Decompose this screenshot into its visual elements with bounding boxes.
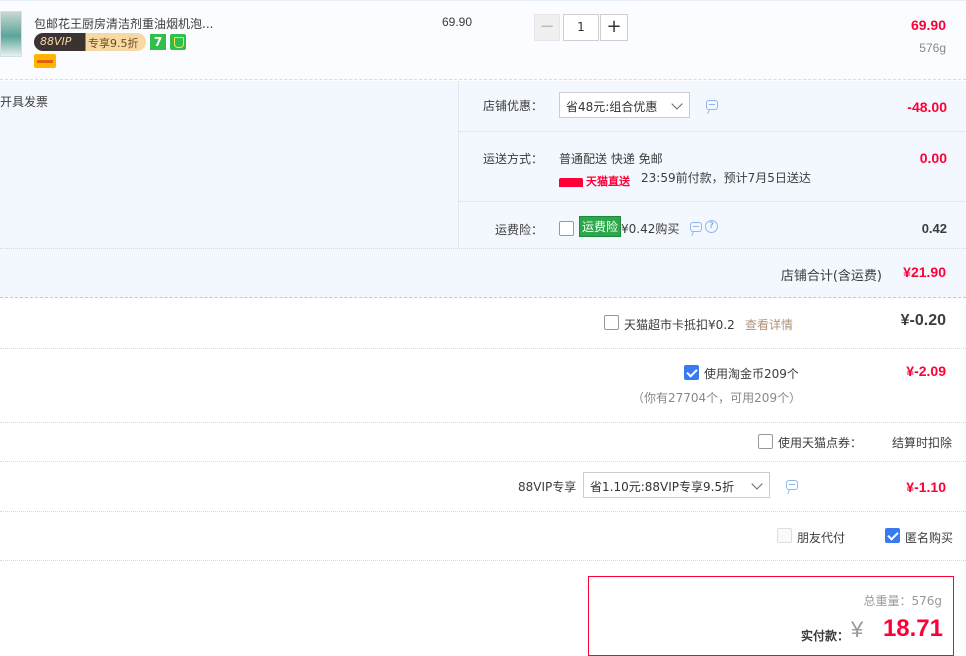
supermarket-card-checkbox[interactable]: [604, 315, 619, 330]
product-thumbnail[interactable]: [0, 11, 22, 57]
supermarket-card-label: 天猫超市卡抵扣¥0.2: [624, 318, 735, 332]
taojinbi-note: （你有27704个，可用209个）: [632, 391, 802, 405]
unit-price: 69.90: [442, 15, 473, 29]
payment-summary-box: 总重量：576g 实付款： ¥ 18.71: [588, 576, 954, 656]
item-total-price: 69.90: [910, 17, 946, 33]
shield-icon: [170, 34, 186, 50]
vip-discount-select[interactable]: 省1.10元:88VIP专享9.5折: [583, 472, 770, 498]
actual-pay-label: 实付款：: [801, 629, 850, 643]
tmall-cat-icon: [559, 177, 583, 187]
shipping-insurance-price: ¥0.42购买: [621, 222, 680, 236]
tmall-points-note: 结算时扣除: [891, 436, 952, 450]
shipping-method: 普通配送 快递 免邮: [559, 152, 663, 166]
payment-options-row: 朋友代付 匿名购买: [0, 512, 966, 561]
supermarket-card-amount: ¥-0.20: [900, 312, 946, 329]
anonymous-checkbox[interactable]: [885, 528, 900, 543]
anonymous-label: 匿名购买: [905, 531, 954, 545]
tmall-points-label: 使用天猫点券：: [778, 436, 863, 450]
taojinbi-amount: ¥-2.09: [906, 363, 946, 379]
shipping-row: 运送方式： 普通配送 快递 免邮 天猫直送 23:59前付款，预计7月5日送达 …: [459, 132, 966, 202]
item-weight: 576g: [919, 41, 946, 55]
friend-pay-label: 朋友代付: [797, 531, 846, 545]
store-total-row: 店铺合计(含运费) ¥21.90: [0, 248, 966, 298]
vip-badge: 88VIP 专享9.5折: [34, 33, 146, 51]
message-icon[interactable]: [690, 222, 702, 232]
shipping-insurance-row: 运费险： 运费险 ¥0.42购买 ? 0.42: [459, 202, 966, 248]
store-discount-label: 店铺优惠：: [483, 99, 544, 113]
store-discount-amount: -48.00: [907, 99, 947, 115]
vip-tag: 88VIP: [40, 35, 72, 48]
seven-day-return-icon: 7: [150, 34, 166, 50]
message-icon[interactable]: [786, 480, 798, 490]
shipping-amount: 0.00: [919, 150, 947, 166]
product-title[interactable]: 包邮花王厨房清洁剂重油烟机泡...: [34, 15, 213, 32]
store-discount-row: 店铺优惠： 省48元:组合优惠 -48.00: [459, 81, 966, 132]
product-row: 包邮花王厨房清洁剂重油烟机泡... 88VIP 专享9.5折 7 69.90 −…: [0, 0, 966, 80]
friend-pay-checkbox[interactable]: [777, 528, 792, 543]
quantity-plus-button[interactable]: +: [600, 14, 628, 41]
vip-discount-value: 省1.10元:88VIP专享9.5折: [590, 480, 735, 494]
tmall-direct-label: 天猫直送: [586, 175, 630, 188]
credit-card-icon: [34, 54, 56, 68]
tmall-points-row: 使用天猫点券： 结算时扣除: [0, 423, 966, 462]
invoice-link[interactable]: 开具发票: [0, 93, 48, 110]
taojinbi-checkbox[interactable]: [684, 365, 699, 380]
shipping-insurance-amount: 0.42: [921, 221, 947, 236]
store-discount-select[interactable]: 省48元:组合优惠: [559, 92, 690, 118]
taojinbi-label: 使用淘金币209个: [704, 367, 799, 381]
vip-discount-row: 88VIP专享 省1.10元:88VIP专享9.5折 ¥-1.10: [0, 462, 966, 512]
store-options-panel: 店铺优惠： 省48元:组合优惠 -48.00 运送方式： 普通配送 快递 免邮 …: [458, 81, 966, 248]
vip-discount-label: 88VIP专享: [518, 480, 577, 494]
quantity-minus-button[interactable]: −: [534, 14, 560, 41]
shipping-insurance-label: 运费险：: [495, 223, 544, 237]
supermarket-card-details-link[interactable]: 查看详情: [745, 316, 793, 333]
tmall-direct-badge: 天猫直送: [559, 173, 630, 189]
help-icon[interactable]: ?: [705, 220, 718, 233]
message-icon[interactable]: [706, 100, 718, 110]
taojinbi-row: 使用淘金币209个 （你有27704个，可用209个） ¥-2.09: [0, 349, 966, 423]
vip-discount-tag: 专享9.5折: [88, 37, 139, 50]
actual-pay-amount: 18.71: [882, 615, 943, 642]
shipping-insurance-badge: 运费险: [579, 216, 622, 237]
store-total-amount: ¥21.90: [903, 264, 946, 280]
shipping-label: 运送方式：: [483, 152, 544, 166]
vip-discount-amount: ¥-1.10: [906, 479, 946, 495]
total-weight: 总重量：576g: [863, 594, 942, 608]
quantity-input[interactable]: 1: [563, 14, 599, 41]
chevron-down-icon: [751, 478, 763, 490]
chevron-down-icon: [671, 98, 683, 110]
store-total-label: 店铺合计(含运费): [780, 269, 882, 284]
shipping-note: 23:59前付款，预计7月5日送达: [641, 171, 811, 185]
shipping-insurance-checkbox[interactable]: [559, 221, 574, 236]
supermarket-card-row: 天猫超市卡抵扣¥0.2 查看详情 ¥-0.20: [0, 298, 966, 349]
currency-symbol: ¥: [851, 617, 864, 642]
tmall-points-checkbox[interactable]: [758, 434, 773, 449]
store-discount-value: 省48元:组合优惠: [566, 100, 658, 114]
